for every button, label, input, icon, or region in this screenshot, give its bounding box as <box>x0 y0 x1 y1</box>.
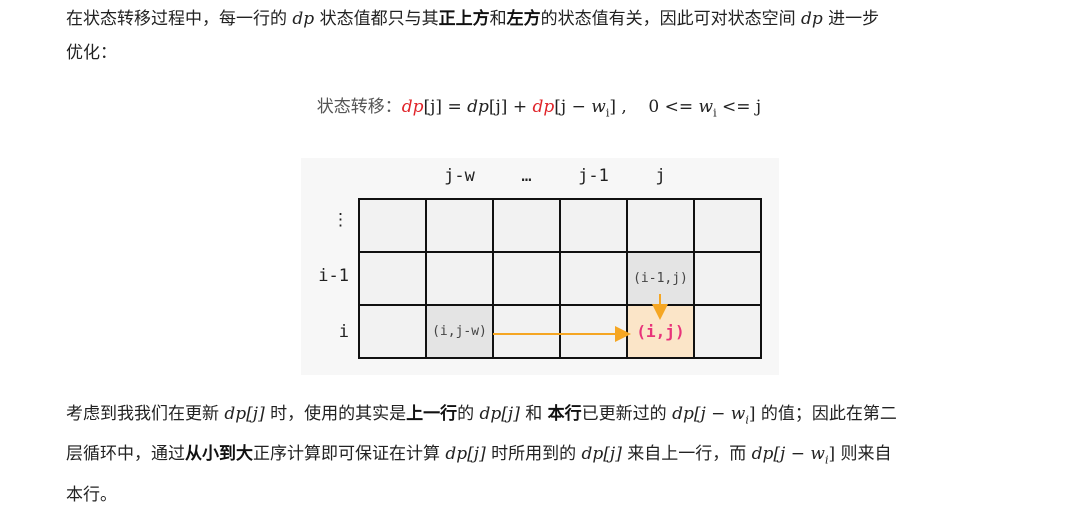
dp-grid-diagram: j-w … j-1 j ⋮ i-1 i (i-1,j) (i,j-w) (i,j… <box>301 158 779 375</box>
formula-label: 状态转移： <box>316 97 402 117</box>
explanation-paragraph: 考虑到我我们在更新 dp[j] 时，使用的其实是上一行的 dp[j] 和 本行已… <box>66 404 897 505</box>
bold-current-row: 本行 <box>547 404 582 424</box>
math-dp: dp <box>292 9 315 29</box>
bold-left: 左方 <box>506 9 541 29</box>
state-transition-formula: 状态转移：dp[j] = dp[j] + dp[j − wi] , 0 <= w… <box>316 97 762 120</box>
math-dp: dp <box>800 9 823 29</box>
bold-directly-above: 正上方 <box>438 9 490 29</box>
intro-paragraph: 在状态转移过程中，每一行的 dp 状态值都只与其正上方和左方的状态值有关，因此可… <box>66 9 880 63</box>
formula-lhs: dp <box>401 97 424 117</box>
transition-arrows <box>493 294 668 342</box>
bold-previous-row: 上一行 <box>406 404 458 424</box>
bold-small-to-large: 从小到大 <box>185 444 253 465</box>
